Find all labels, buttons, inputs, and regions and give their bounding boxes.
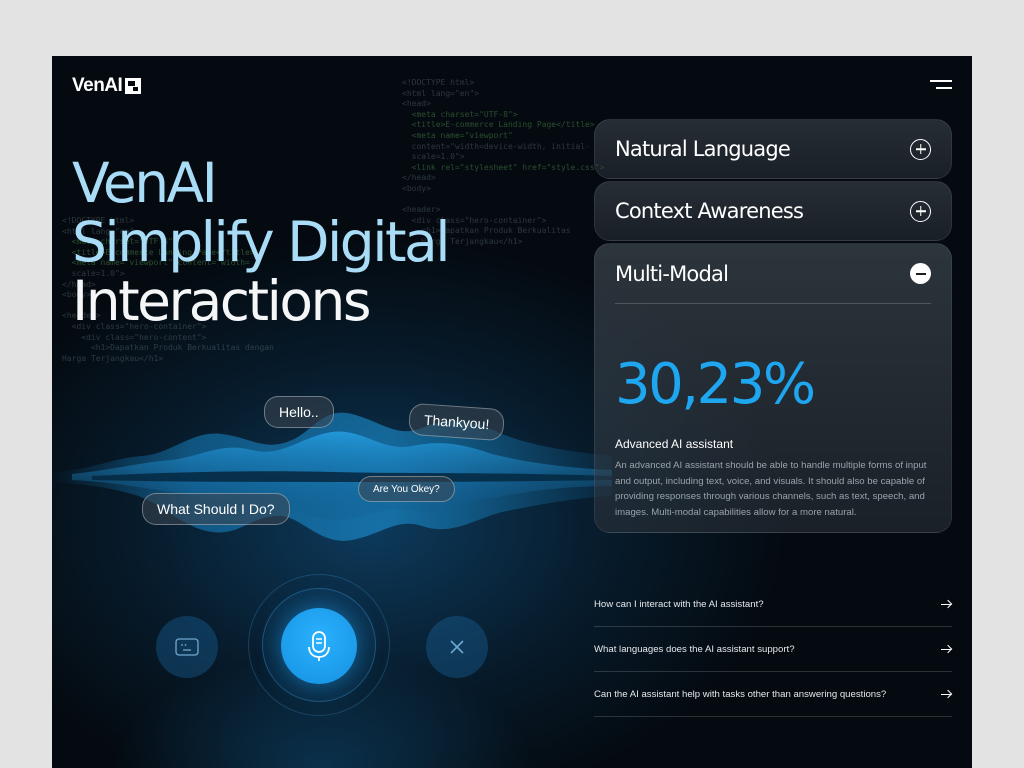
stat-value: 30,23% <box>615 352 816 417</box>
microphone-icon <box>308 631 330 661</box>
brand-logo[interactable]: VenAI <box>72 75 142 97</box>
code-line: content="width=device-width, initial- <box>402 141 590 151</box>
brand-name: VenAI <box>72 75 123 96</box>
code-line: <h1>Dapatkan Produk Berkualitas dengan <box>62 343 274 353</box>
chat-bubble-are-you-okey: Are You Okey? <box>358 476 455 502</box>
keyboard-icon <box>175 638 199 656</box>
hero-line-3: Interactions <box>72 269 372 333</box>
accordion-item-multi-modal: Multi-Modal 30,23% Advanced AI assistant… <box>594 243 952 533</box>
chat-bubble-thankyou: Thankyou! <box>408 402 506 442</box>
accordion-title: Multi-Modal <box>615 261 729 286</box>
bubble-text: Thankyou! <box>423 411 490 433</box>
faq-item[interactable]: What languages does the AI assistant sup… <box>594 627 952 672</box>
minus-circle-icon[interactable] <box>910 263 931 284</box>
accordion-item-natural-language[interactable]: Natural Language <box>594 119 952 179</box>
accordion-title: Context Awareness <box>615 199 804 223</box>
accordion-title: Natural Language <box>615 137 791 161</box>
chat-bubble-what-should: What Should I Do? <box>142 493 290 525</box>
faq-question: How can I interact with the AI assistant… <box>594 598 764 610</box>
code-line: Harga Terjangkau</h1> <box>62 353 164 363</box>
hero-line-2: Simplify Digital <box>72 210 451 274</box>
accordion-item-context-awareness[interactable]: Context Awareness <box>594 181 952 241</box>
plus-circle-icon[interactable] <box>910 200 931 222</box>
faq-question: What languages does the AI assistant sup… <box>594 643 795 655</box>
code-line: <title>E-commerce Landing Page</title> <box>402 120 595 130</box>
accordion-open-header[interactable]: Multi-Modal <box>615 244 931 304</box>
bubble-text: Are You Okey? <box>373 483 440 495</box>
bubble-text: What Should I Do? <box>157 501 275 517</box>
arrow-right-icon <box>941 645 952 653</box>
code-line: <meta name="viewport" <box>402 130 513 140</box>
hero-line-1: VenAI <box>72 151 218 215</box>
menu-icon[interactable] <box>930 80 952 90</box>
faq-item[interactable]: Can the AI assistant help with tasks oth… <box>594 672 952 717</box>
faq-question: Can the AI assistant help with tasks oth… <box>594 688 887 700</box>
hero-title: VenAI Simplify Digital Interactions <box>72 151 451 333</box>
chat-bubble-hello: Hello.. <box>264 396 334 428</box>
logo-mark-icon <box>125 78 142 94</box>
code-line: <meta charset="UTF-8"> <box>402 109 518 119</box>
microphone-button[interactable] <box>281 608 357 684</box>
code-line: <html lang="en"> <box>402 88 480 98</box>
stat-description: An advanced AI assistant should be able … <box>615 460 927 518</box>
keyboard-button[interactable] <box>156 616 218 678</box>
arrow-right-icon <box>941 690 952 698</box>
app-frame: VenAI <!DOCTYPE html> <html lang="en"> <he… <box>52 56 972 768</box>
close-button[interactable] <box>426 616 488 678</box>
bubble-text: Hello.. <box>279 404 319 420</box>
stat-label: Advanced AI assistant <box>615 437 734 451</box>
plus-circle-icon[interactable] <box>910 138 931 160</box>
faq-item[interactable]: How can I interact with the AI assistant… <box>594 582 952 627</box>
arrow-right-icon <box>941 600 952 608</box>
close-icon <box>450 640 464 654</box>
code-line: <div class="hero-content"> <box>62 332 207 342</box>
faq-list: How can I interact with the AI assistant… <box>594 582 952 717</box>
feature-accordion: Natural Language Context Awareness Multi… <box>594 119 952 533</box>
code-line: <!DOCTYPE html> <box>402 78 475 87</box>
code-line: <head> <box>402 99 431 109</box>
